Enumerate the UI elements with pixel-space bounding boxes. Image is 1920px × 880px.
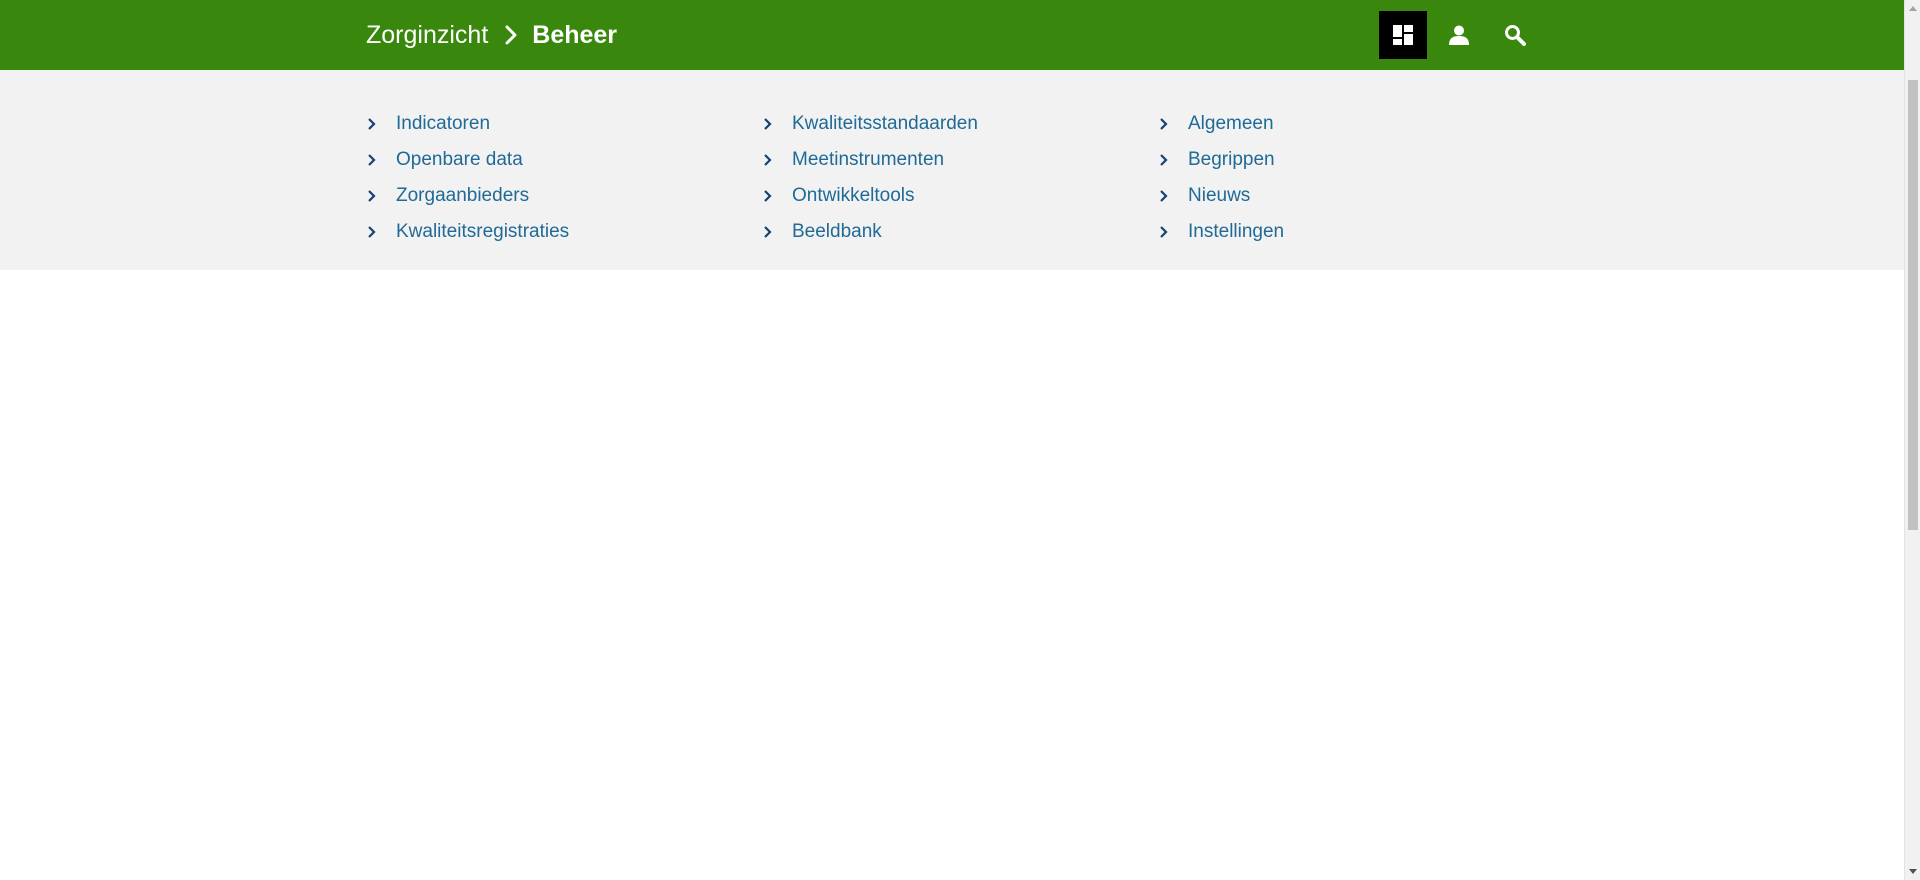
breadcrumb: Zorginzicht Beheer xyxy=(366,0,617,70)
menu-item-label: Nieuws xyxy=(1188,185,1251,206)
chevron-right-icon xyxy=(764,226,772,238)
menu-item-openbare-data[interactable]: Openbare data xyxy=(366,142,746,178)
menu-column: Algemeen Begrippen Nieuws Instellingen xyxy=(1158,106,1538,250)
scroll-up-arrow-icon[interactable] xyxy=(1909,6,1917,11)
scrollbar-thumb[interactable] xyxy=(1908,80,1918,530)
menu-item-label: Algemeen xyxy=(1188,113,1274,134)
menu-item-label: Kwaliteitsstandaarden xyxy=(792,113,978,134)
breadcrumb-current: Beheer xyxy=(532,20,618,49)
chevron-right-icon xyxy=(1160,154,1168,166)
mega-menu: Indicatoren Openbare data Zorgaanbieders… xyxy=(0,70,1904,270)
page: Zorginzicht Beheer Indicatoren Openbare … xyxy=(0,0,1920,880)
scroll-down-arrow-icon[interactable] xyxy=(1909,869,1917,874)
user-icon xyxy=(1449,25,1469,45)
top-navigation-bar: Zorginzicht Beheer xyxy=(0,0,1904,70)
menu-item-label: Openbare data xyxy=(396,149,523,170)
chevron-right-icon xyxy=(1160,190,1168,202)
menu-item-label: Ontwikkeltools xyxy=(792,185,915,206)
menu-item-label: Begrippen xyxy=(1188,149,1275,170)
menu-item-nieuws[interactable]: Nieuws xyxy=(1158,178,1538,214)
menu-item-label: Kwaliteitsregistraties xyxy=(396,221,570,242)
menu-item-algemeen[interactable]: Algemeen xyxy=(1158,106,1538,142)
search-icon xyxy=(1505,25,1526,46)
chevron-right-icon xyxy=(368,154,376,166)
menu-item-label: Zorgaanbieders xyxy=(396,185,530,206)
chevron-right-icon xyxy=(1160,226,1168,238)
menu-item-begrippen[interactable]: Begrippen xyxy=(1158,142,1538,178)
menu-item-zorgaanbieders[interactable]: Zorgaanbieders xyxy=(366,178,746,214)
chevron-right-icon xyxy=(764,190,772,202)
menu-item-label: Beeldbank xyxy=(792,221,882,242)
menu-item-beeldbank[interactable]: Beeldbank xyxy=(762,214,1142,250)
menu-item-kwaliteitsstandaarden[interactable]: Kwaliteitsstandaarden xyxy=(762,106,1142,142)
chevron-right-icon xyxy=(764,154,772,166)
chevron-right-icon xyxy=(368,190,376,202)
chevron-right-icon xyxy=(505,25,517,45)
chevron-right-icon xyxy=(368,118,376,130)
chevron-right-icon xyxy=(368,226,376,238)
breadcrumb-home-link[interactable]: Zorginzicht xyxy=(366,21,488,50)
menu-item-ontwikkeltools[interactable]: Ontwikkeltools xyxy=(762,178,1142,214)
menu-item-label: Meetinstrumenten xyxy=(792,149,945,170)
chevron-right-icon xyxy=(764,118,772,130)
dashboard-button[interactable] xyxy=(1379,11,1427,59)
menu-item-meetinstrumenten[interactable]: Meetinstrumenten xyxy=(762,142,1142,178)
menu-item-label: Indicatoren xyxy=(396,113,491,134)
search-button[interactable] xyxy=(1491,11,1539,59)
menu-column: Kwaliteitsstandaarden Meetinstrumenten O… xyxy=(762,106,1142,250)
chevron-right-icon xyxy=(1160,118,1168,130)
menu-item-label: Instellingen xyxy=(1188,221,1285,242)
vertical-scrollbar[interactable] xyxy=(1904,0,1920,880)
menu-item-instellingen[interactable]: Instellingen xyxy=(1158,214,1538,250)
header-actions xyxy=(1379,11,1547,59)
menu-item-indicatoren[interactable]: Indicatoren xyxy=(366,106,746,142)
menu-column: Indicatoren Openbare data Zorgaanbieders… xyxy=(366,106,746,250)
user-button[interactable] xyxy=(1435,11,1483,59)
dashboard-icon xyxy=(1393,25,1413,45)
menu-item-kwaliteitsregistraties[interactable]: Kwaliteitsregistraties xyxy=(366,214,746,250)
